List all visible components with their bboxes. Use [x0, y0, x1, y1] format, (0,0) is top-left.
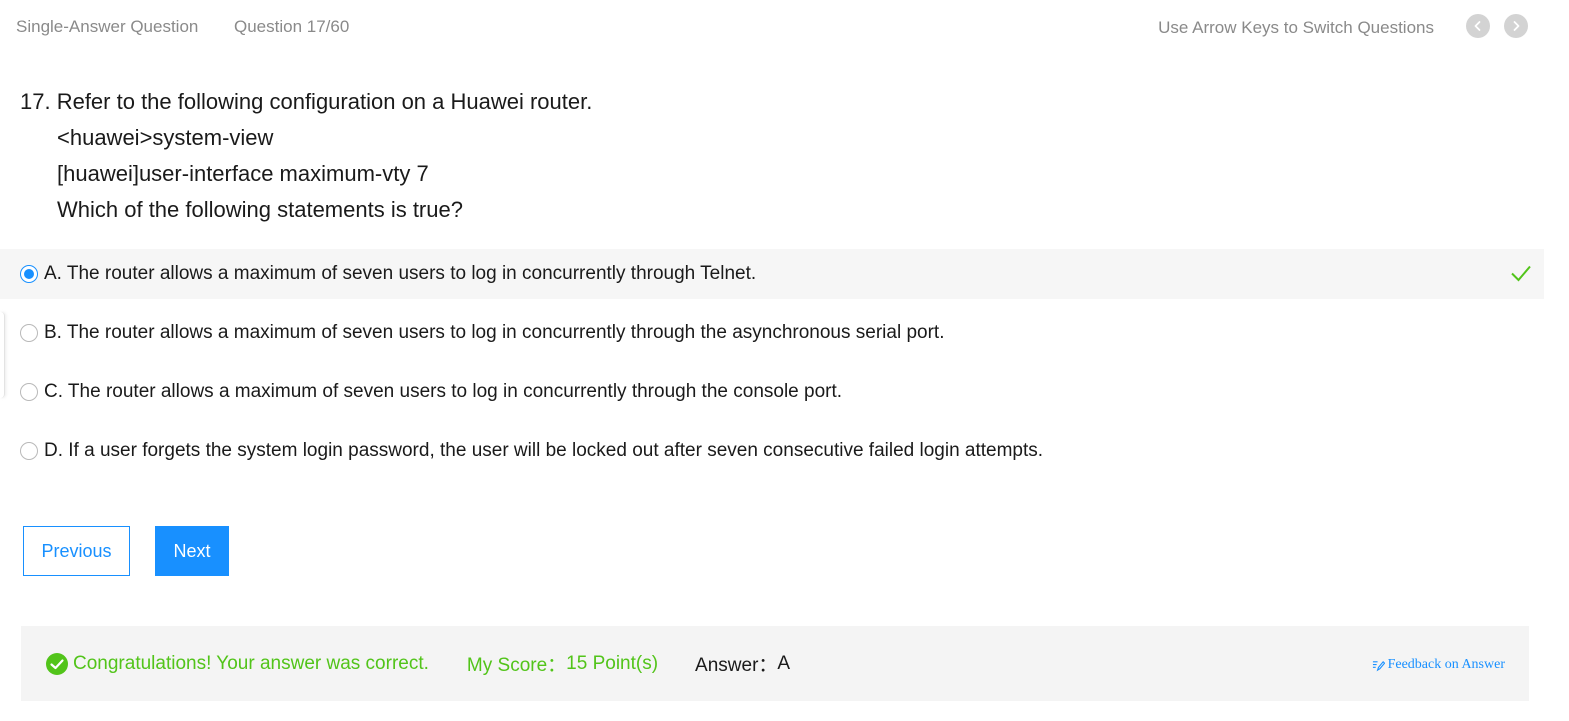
radio-b[interactable]	[20, 324, 38, 342]
answer-label: Answer：	[695, 655, 778, 676]
option-a[interactable]: A. The router allows a maximum of seven …	[0, 249, 1544, 299]
question-type-label: Single-Answer Question	[16, 17, 199, 36]
keyboard-hint: Use Arrow Keys to Switch Questions	[1158, 18, 1434, 37]
question-header: Single-Answer Question Question 17/60 Us…	[0, 0, 1569, 54]
radio-a[interactable]	[20, 265, 38, 283]
score-label: My Score：	[466, 655, 567, 676]
option-b-label: B. The router allows a maximum of seven …	[44, 322, 945, 343]
answer-value: A	[777, 652, 791, 674]
question-prompt: Which of the following statements is tru…	[57, 197, 463, 222]
option-a-label: A. The router allows a maximum of seven …	[44, 263, 757, 284]
option-c[interactable]: C. The router allows a maximum of seven …	[0, 367, 1544, 417]
chevron-right-icon	[1513, 21, 1520, 31]
score-value: 15 Point(s)	[566, 652, 659, 674]
radio-d[interactable]	[20, 442, 38, 460]
radio-c[interactable]	[20, 383, 38, 401]
edit-icon	[1372, 660, 1385, 671]
option-c-label: C. The router allows a maximum of seven …	[44, 381, 843, 402]
quiz-page: Single-Answer Question Question 17/60 Us…	[0, 0, 1569, 721]
feedback-link[interactable]: Feedback on Answer	[1372, 657, 1505, 673]
previous-button[interactable]: Previous	[23, 526, 130, 576]
result-panel: Congratulations! Your answer was correct…	[21, 626, 1529, 701]
previous-question-button[interactable]	[1466, 14, 1490, 38]
chevron-left-icon	[1474, 21, 1481, 31]
option-d-label: D. If a user forgets the system login pa…	[44, 440, 1044, 461]
check-circle-icon	[46, 652, 68, 675]
question-title: 17. Refer to the following configuration…	[20, 89, 593, 114]
next-button[interactable]: Next	[155, 526, 229, 576]
option-d[interactable]: D. If a user forgets the system login pa…	[0, 426, 1544, 476]
next-question-button[interactable]	[1504, 14, 1528, 38]
feedback-label: Feedback on Answer	[1387, 657, 1505, 672]
question-stem: 17. Refer to the following configuration…	[20, 84, 592, 228]
question-config-line-2: [huawei]user-interface maximum-vty 7	[57, 161, 429, 186]
checkmark-icon	[1511, 265, 1531, 282]
question-counter: Question 17/60	[234, 17, 350, 36]
result-message: Congratulations! Your answer was correct…	[73, 652, 429, 674]
question-config-line-1: <huawei>system-view	[57, 125, 274, 150]
option-b[interactable]: B. The router allows a maximum of seven …	[0, 308, 1544, 358]
